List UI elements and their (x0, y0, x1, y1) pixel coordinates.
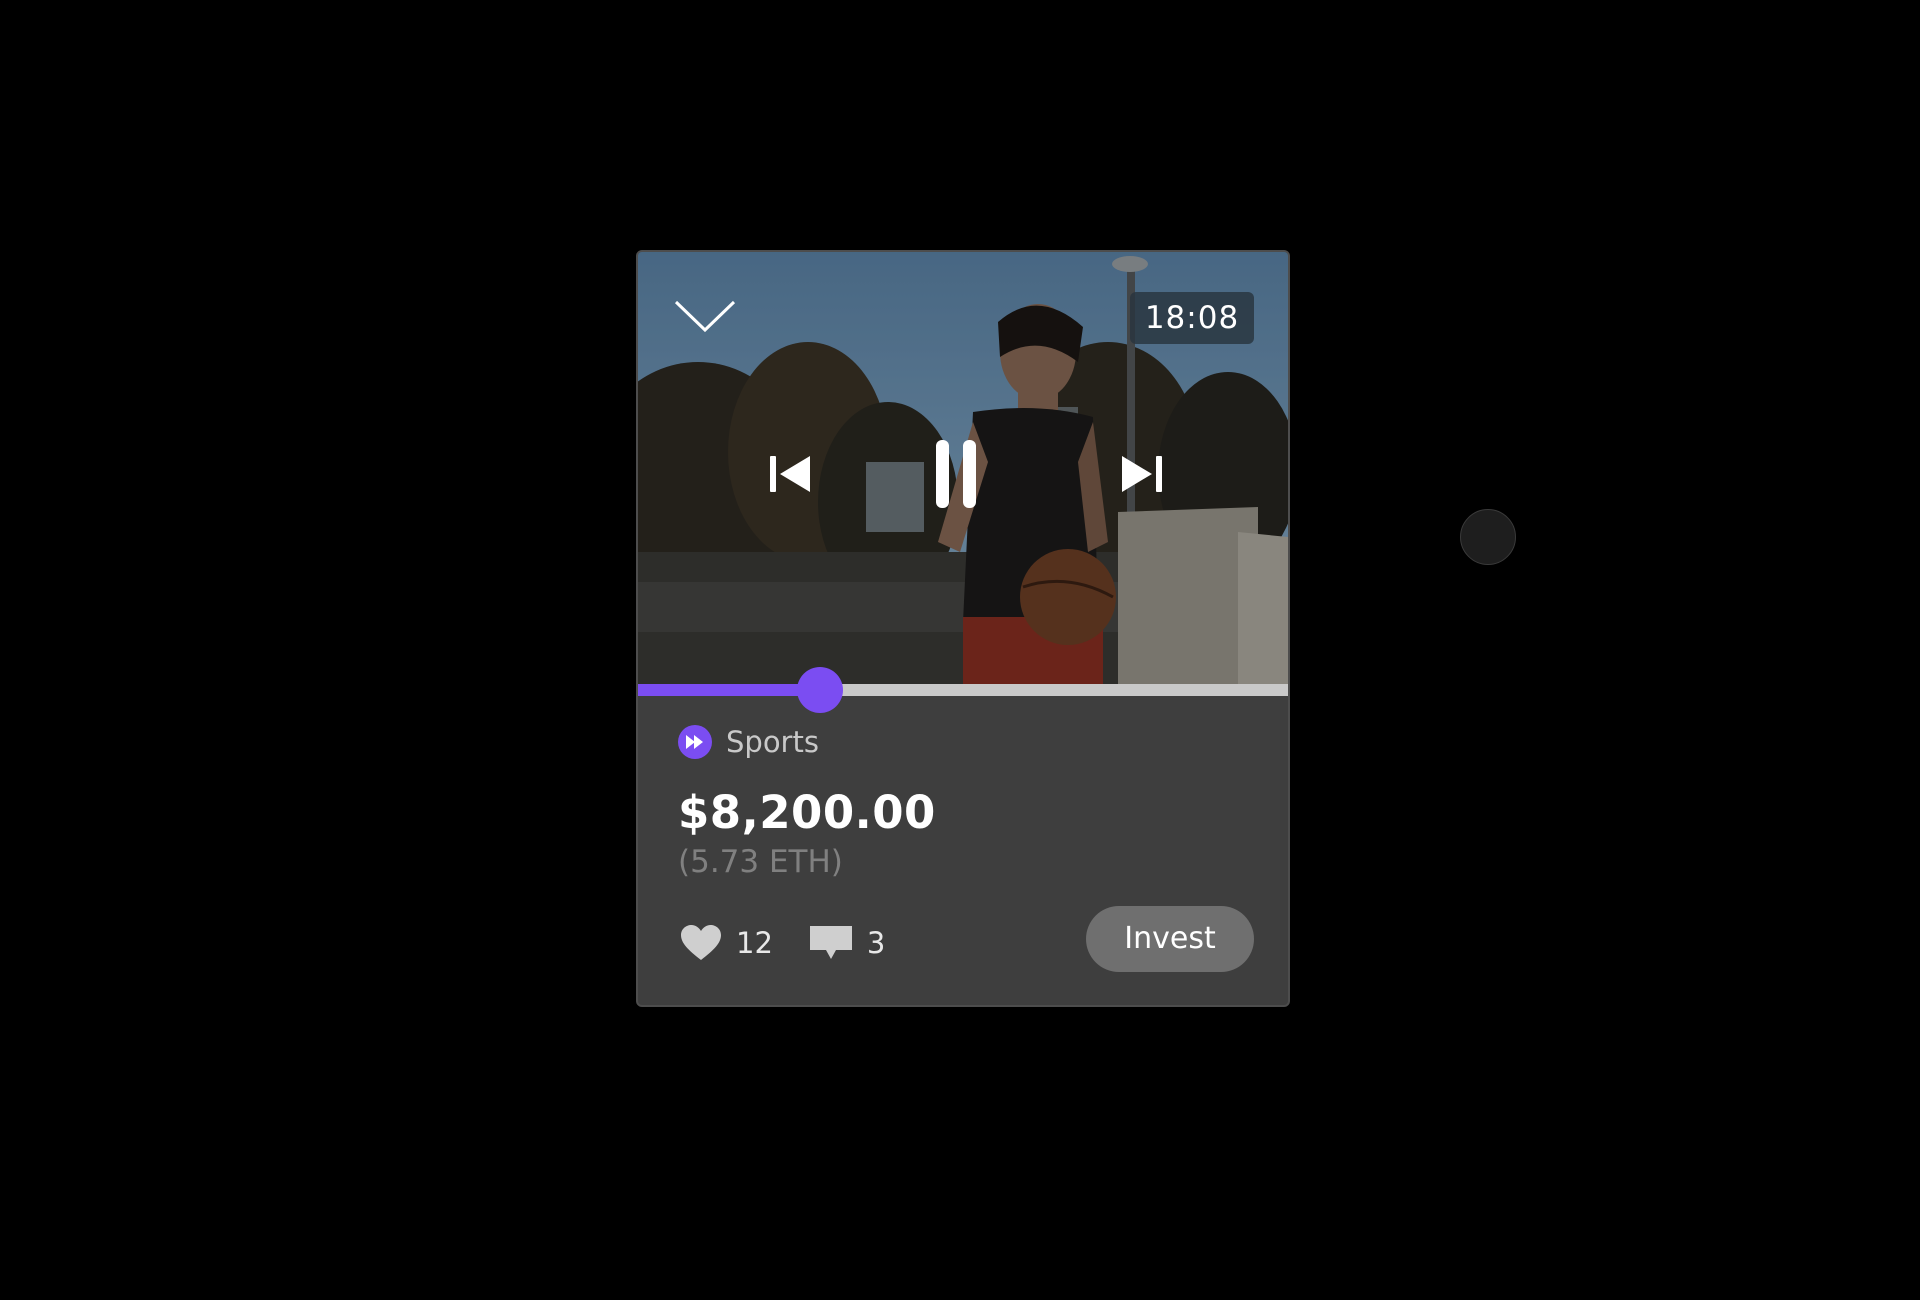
price-eth: (5.73 ETH) (678, 844, 843, 880)
chevron-down-icon (674, 300, 736, 333)
page: 18:08 Sports $8,200.00 (5.73 ETH) 12 3 I… (0, 0, 1920, 1300)
pause-button[interactable] (932, 438, 980, 510)
comment-icon (809, 926, 852, 959)
category-label: Sports (726, 725, 819, 759)
skip-previous-icon (770, 456, 810, 492)
fast-forward-icon (678, 725, 712, 759)
comment-button[interactable]: 3 (809, 924, 885, 962)
next-button[interactable] (1118, 450, 1166, 498)
progress-bar[interactable] (638, 667, 1288, 713)
comment-count: 3 (866, 926, 886, 960)
video-card: 18:08 Sports $8,200.00 (5.73 ETH) 12 3 I… (636, 250, 1290, 1007)
collapse-button[interactable] (674, 298, 736, 334)
invest-button[interactable]: Invest (1086, 906, 1254, 972)
pause-icon (936, 440, 976, 508)
video-timestamp: 18:08 (1130, 292, 1254, 344)
video-player[interactable]: 18:08 (638, 252, 1288, 686)
like-count: 12 (736, 926, 773, 960)
floating-action-dot[interactable] (1460, 509, 1516, 565)
listing-info: Sports $8,200.00 (5.73 ETH) 12 3 Invest (638, 696, 1288, 1005)
engagement-stats: 12 3 (680, 920, 885, 966)
skip-next-icon (1122, 456, 1162, 492)
heart-icon (681, 925, 721, 960)
price-usd: $8,200.00 (678, 786, 936, 839)
previous-button[interactable] (766, 450, 814, 498)
progress-fill (638, 684, 820, 696)
category-tag: Sports (678, 724, 819, 760)
like-button[interactable]: 12 (680, 924, 773, 962)
